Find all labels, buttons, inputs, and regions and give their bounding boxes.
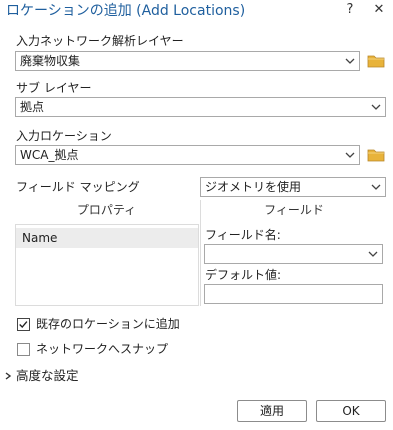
help-button[interactable]: ? xyxy=(342,2,358,18)
append-checkbox[interactable] xyxy=(17,318,30,331)
input-locations-value: WCA_拠点 xyxy=(20,148,79,162)
checkmark-icon xyxy=(19,321,28,329)
chevron-right-icon[interactable] xyxy=(3,371,13,381)
field-name-label: フィールド名: xyxy=(205,228,281,242)
column-divider xyxy=(200,200,201,306)
chevron-down-icon xyxy=(345,152,355,158)
input-network-label: 入力ネットワーク解析レイヤー xyxy=(16,34,184,48)
field-mapping-label: フィールド マッピング xyxy=(16,180,140,194)
list-item[interactable]: Name xyxy=(16,228,198,248)
property-list[interactable]: Name xyxy=(15,224,199,306)
field-name-combo[interactable] xyxy=(204,244,383,264)
input-locations-combo[interactable]: WCA_拠点 xyxy=(15,145,360,165)
chevron-down-icon xyxy=(345,58,355,64)
append-label[interactable]: 既存のロケーションに追加 xyxy=(36,317,180,332)
sublayer-combo[interactable]: 拠点 xyxy=(15,97,386,117)
field-mapping-value: ジオメトリを使用 xyxy=(205,180,302,194)
chevron-down-icon xyxy=(371,184,381,190)
chevron-down-icon xyxy=(371,104,381,110)
input-network-value: 廃棄物収集 xyxy=(20,54,81,68)
field-header: フィールド xyxy=(264,203,324,217)
snap-checkbox[interactable] xyxy=(17,343,30,356)
default-value-label: デフォルト値: xyxy=(205,268,282,282)
folder-icon[interactable] xyxy=(367,53,385,69)
default-value-input[interactable] xyxy=(204,284,383,304)
property-row-label: Name xyxy=(22,231,58,245)
ok-button[interactable]: OK xyxy=(316,400,386,422)
input-network-combo[interactable]: 廃棄物収集 xyxy=(15,51,360,71)
chevron-down-icon xyxy=(368,251,378,257)
sublayer-label: サブ レイヤー xyxy=(16,81,92,95)
sublayer-value: 拠点 xyxy=(20,100,45,114)
advanced-settings-label[interactable]: 高度な設定 xyxy=(16,368,79,383)
snap-label[interactable]: ネットワークへスナップ xyxy=(36,342,168,357)
folder-icon[interactable] xyxy=(367,147,385,163)
field-mapping-combo[interactable]: ジオメトリを使用 xyxy=(200,177,386,197)
apply-button[interactable]: 適用 xyxy=(237,400,307,422)
close-button[interactable]: ✕ xyxy=(371,2,387,18)
dialog-title: ロケーションの追加 (Add Locations) xyxy=(6,3,246,19)
input-locations-label: 入力ロケーション xyxy=(16,129,112,143)
property-header: プロパティ xyxy=(76,203,137,217)
